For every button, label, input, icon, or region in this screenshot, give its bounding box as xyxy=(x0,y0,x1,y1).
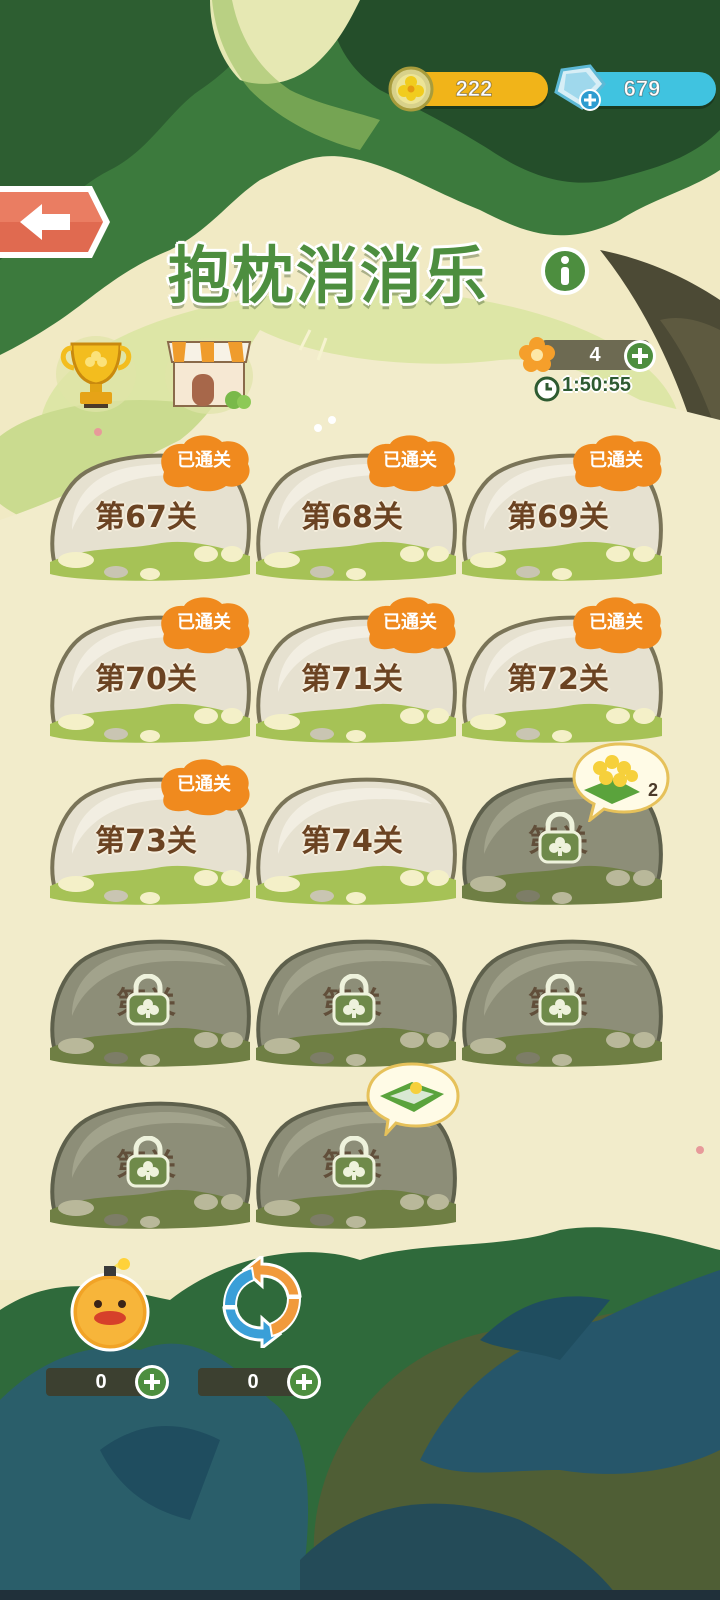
trophy-icon[interactable] xyxy=(54,330,138,414)
level-8-button[interactable]: 第74关 xyxy=(252,774,460,914)
pillow-reward-bubble[interactable] xyxy=(364,1060,464,1136)
level-5-button[interactable]: 第71关 已通关 xyxy=(252,597,460,752)
level-label: 第67关 xyxy=(95,500,197,535)
cleared-badge-text: 已通关 xyxy=(177,774,231,795)
level-2-button[interactable]: 第68关 已通关 xyxy=(252,435,460,590)
reward-count: 2 xyxy=(648,780,658,800)
gem-amount: 679 xyxy=(623,76,661,102)
level-7-button[interactable]: 第73关 已通关 xyxy=(46,759,254,914)
level-10-button[interactable]: 第关 xyxy=(46,936,254,1076)
gem-icon[interactable] xyxy=(552,62,608,114)
coin-icon xyxy=(388,66,434,112)
shuffle-booster[interactable] xyxy=(218,1256,306,1348)
level-12-button[interactable]: 第关 xyxy=(458,936,666,1076)
info-icon[interactable] xyxy=(540,246,590,296)
cleared-badge-text: 已通关 xyxy=(177,450,231,471)
lock-icon xyxy=(538,974,582,1026)
level-4-button[interactable]: 第70关 已通关 xyxy=(46,597,254,752)
level-6-button[interactable]: 第72关 已通关 xyxy=(458,597,666,752)
cleared-badge-text: 已通关 xyxy=(177,612,231,633)
level-label: 第71关 xyxy=(301,662,403,697)
plus-icon[interactable] xyxy=(286,1364,322,1400)
coin-amount: 222 xyxy=(455,76,493,102)
level-label: 第73关 xyxy=(95,824,197,859)
level-11-button[interactable]: 第关 xyxy=(252,936,460,1076)
lock-icon xyxy=(332,974,376,1026)
level-label: 第69关 xyxy=(507,500,609,535)
level-label: 第72关 xyxy=(507,662,609,697)
level-label: 第74关 xyxy=(301,824,403,859)
lock-icon xyxy=(126,1136,170,1188)
cleared-badge-text: 已通关 xyxy=(383,612,437,633)
level-label: 第68关 xyxy=(301,500,403,535)
flower-icon xyxy=(519,337,555,372)
plus-icon[interactable] xyxy=(134,1364,170,1400)
lives-timer: 1:50:55 xyxy=(562,374,631,396)
shop-icon[interactable] xyxy=(162,328,256,416)
cleared-badge-text: 已通关 xyxy=(589,612,643,633)
level-label: 第70关 xyxy=(95,662,197,697)
plus-icon[interactable] xyxy=(622,338,658,374)
lock-icon xyxy=(126,974,170,1026)
level-13-button[interactable]: 第关 xyxy=(46,1098,254,1238)
lives-count: 4 xyxy=(589,344,601,366)
clock-icon xyxy=(534,376,560,402)
cleared-badge-text: 已通关 xyxy=(589,450,643,471)
lock-icon xyxy=(332,1136,376,1188)
cleared-badge-text: 已通关 xyxy=(383,450,437,471)
level-3-button[interactable]: 第69关 已通关 xyxy=(458,435,666,590)
flower-reward-bubble[interactable]: 2 xyxy=(570,740,674,822)
level-1-button[interactable]: 第67关 已通关 xyxy=(46,435,254,590)
page-title: 抱枕消消乐 xyxy=(0,225,720,315)
chick-bomb-booster[interactable] xyxy=(64,1256,156,1352)
title-text: 抱枕消消乐 xyxy=(167,239,488,312)
game-scene: 222 679 抱枕消消乐 4 1:50:55 第67关 已通关 第68关 已通… xyxy=(0,0,720,1600)
